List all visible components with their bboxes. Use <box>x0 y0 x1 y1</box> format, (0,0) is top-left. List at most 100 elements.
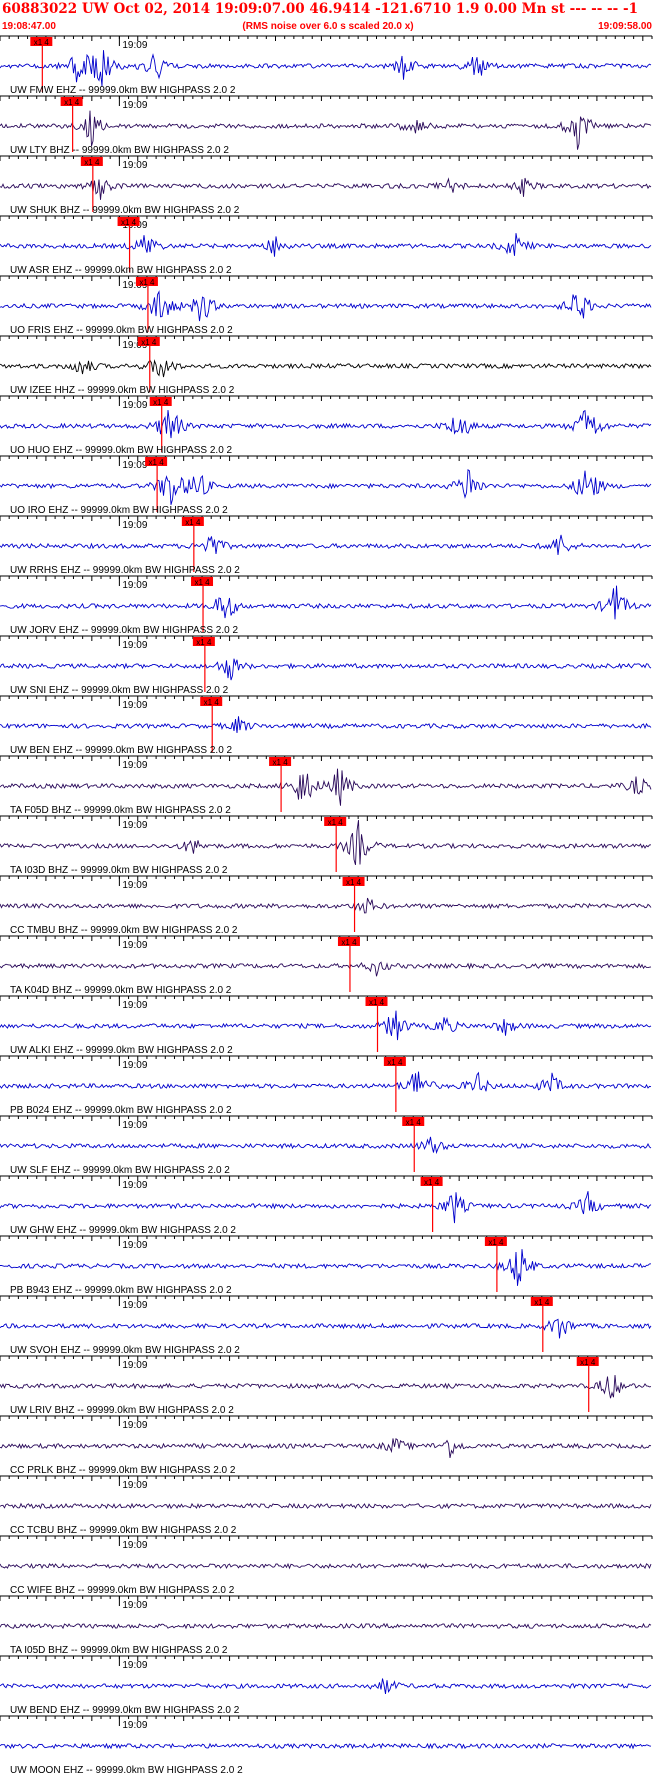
minute-tick-label: 19:09 <box>122 1660 147 1671</box>
station-label: UW ALKI EHZ -- 99999.0km BW HIGHPASS 2.0… <box>10 1045 233 1056</box>
minute-tick-label: 19:09 <box>122 760 147 771</box>
minute-tick-label: 19:09 <box>122 1600 147 1611</box>
pick-label: x1 4 <box>196 638 212 647</box>
station-label: TA I03D BHZ -- 99999.0km BW HIGHPASS 2.0… <box>10 865 228 876</box>
trace-panel: 19:09 x1 4 UW GHW EHZ -- 99999.0km BW HIGH… <box>0 1175 653 1236</box>
minute-tick-label: 19:09 <box>122 640 147 651</box>
pick-label: x1 4 <box>149 458 165 467</box>
minute-tick-label: 19:09 <box>122 1240 147 1251</box>
pick-label: x1 4 <box>64 98 80 107</box>
waveform-trace <box>0 1562 652 1570</box>
pick-label: x1 4 <box>580 1358 596 1367</box>
end-time: 19:09:58.00 <box>598 21 652 32</box>
trace-panel: 19:09 TA I05D BHZ -- 99999.0km BW HIGHPAS… <box>0 1595 653 1656</box>
waveform-trace <box>0 658 652 681</box>
station-label: TA K04D BHZ -- 99999.0km BW HIGHPASS 2.0… <box>10 985 232 996</box>
minute-tick-label: 19:09 <box>122 460 147 471</box>
pick-label: x1 4 <box>121 218 137 227</box>
trace-panel: 19:09 x1 4 UW LTY BHZ -- 99999.0km BW HIGH… <box>0 95 653 156</box>
station-label: PB B943 EHZ -- 99999.0km BW HIGHPASS 2.0… <box>10 1285 232 1296</box>
pick-label: x1 4 <box>141 338 157 347</box>
trace-panel: 19:09 CC WIFE BHZ -- 99999.0km BW HIGHPAS… <box>0 1535 653 1596</box>
waveform-trace <box>0 359 652 378</box>
station-label: CC PRLK BHZ -- 99999.0km BW HIGHPASS 2.0… <box>10 1465 236 1476</box>
waveform-trace <box>0 716 652 733</box>
waveform-trace <box>0 1071 652 1092</box>
station-label: PB B024 EHZ -- 99999.0km BW HIGHPASS 2.0… <box>10 1105 232 1116</box>
waveform-trace <box>0 585 652 620</box>
station-label: CC WIFE BHZ -- 99999.0km BW HIGHPASS 2.0… <box>10 1585 235 1596</box>
waveform-trace <box>0 290 652 322</box>
trace-panel: 19:09x1 4UO FRIS EHZ -- 99999.0km BW HIG… <box>0 275 653 336</box>
pick-label: x1 4 <box>153 398 169 407</box>
pick-label: x1 4 <box>34 38 50 47</box>
trace-panel: 19:09 x1 4 UW FMW EHZ -- 99999.0km BW HIGH… <box>0 35 653 96</box>
waveform-trace <box>0 468 652 505</box>
waveform-trace <box>0 1622 652 1630</box>
waveform-trace <box>0 50 652 87</box>
trace-panel: 19:09 CC PRLK BHZ -- 99999.0km BW HIGHPAS… <box>0 1415 653 1476</box>
minute-tick-label: 19:09 <box>122 1000 147 1011</box>
station-label: UW BEN EHZ -- 99999.0km BW HIGHPASS 2.0 … <box>10 745 233 756</box>
pick-label: x1 4 <box>204 698 220 707</box>
minute-tick-label: 19:09 <box>122 400 147 411</box>
trace-panel: 19:09 x1 4 UW SHUK BHZ -- 99999.0km BW HIG… <box>0 155 653 216</box>
pick-label: x1 4 <box>139 278 155 287</box>
pick-label: x1 4 <box>273 758 289 767</box>
station-label: UW RRHS EHZ -- 99999.0km BW HIGHPASS 2.0… <box>10 565 240 576</box>
trace-panel: 19:09x1 4UW IZEE HHZ -- 99999.0km BW HIG… <box>0 335 653 396</box>
trace-panel: 19:09 x1 4 UW ALKI EHZ -- 99999.0km BW HIG… <box>0 995 653 1056</box>
pick-label: x1 4 <box>424 1178 440 1187</box>
event-title: 60883022 UW Oct 02, 2014 19:09:07.00 46.… <box>2 1 638 17</box>
waveform-trace <box>0 1249 652 1286</box>
station-label: CC TCBU BHZ -- 99999.0km BW HIGHPASS 2.0… <box>10 1525 237 1536</box>
minute-tick-label: 19:09 <box>122 700 147 711</box>
minute-tick-label: 19:09 <box>122 1360 147 1371</box>
station-label: UW SLF EHZ -- 99999.0km BW HIGHPASS 2.0 … <box>10 1165 230 1176</box>
waveform-trace <box>0 1375 652 1399</box>
pick-label: x1 4 <box>488 1238 504 1247</box>
trace-panel: 19:09x1 4UW ASR EHZ -- 99999.0km BW HIGH… <box>0 215 653 276</box>
station-label: UW FMW EHZ -- 99999.0km BW HIGHPASS 2.0 … <box>10 85 236 96</box>
station-label: UW JORV EHZ -- 99999.0km BW HIGHPASS 2.0… <box>10 625 238 636</box>
trace-panel: 19:09 x1 4 UW JORV EHZ -- 99999.0km BW HIG… <box>0 575 653 636</box>
rms-subtitle: (RMS noise over 6.0 s scaled 20.0 x) <box>242 21 413 32</box>
minute-tick-label: 19:09 <box>122 1180 147 1191</box>
minute-tick-label: 19:09 <box>122 160 147 171</box>
station-label: UW BEND EHZ -- 99999.0km BW HIGHPASS 2.0… <box>10 1705 240 1716</box>
minute-tick-label: 19:09 <box>122 1540 147 1551</box>
minute-tick-label: 19:09 <box>122 820 147 831</box>
trace-panel: 19:09 x1 4 CC TMBU BHZ -- 99999.0km BW HIG… <box>0 875 653 936</box>
waveform-trace <box>0 1438 652 1458</box>
minute-tick-label: 19:09 <box>122 1420 147 1431</box>
pick-label: x1 4 <box>534 1298 550 1307</box>
station-label: TA I05D BHZ -- 99999.0km BW HIGHPASS 2.0… <box>10 1645 228 1656</box>
pick-label: x1 4 <box>369 998 385 1007</box>
station-label: UW IZEE HHZ -- 99999.0km BW HIGHPASS 2.0… <box>10 385 235 396</box>
waveform-trace <box>0 1318 652 1339</box>
trace-panels: 19:09x1 4UW FMW EHZ -- 99999.0km BW HIGH… <box>0 35 653 1776</box>
station-label: UW SHUK BHZ -- 99999.0km BW HIGHPASS 2.0… <box>10 205 240 216</box>
pick-label: x1 4 <box>328 818 344 827</box>
trace-panel: 19:09 UW BEND EHZ -- 99999.0km BW HIGHPAS… <box>0 1655 653 1716</box>
waveform-trace <box>0 110 652 150</box>
minute-tick-label: 19:09 <box>122 880 147 891</box>
waveform-trace <box>0 177 652 200</box>
waveform-trace <box>0 768 652 806</box>
trace-panel: 19:09 x1 4 TA I03D BHZ -- 99999.0km BW HIG… <box>0 815 653 876</box>
pick-label: x1 4 <box>84 158 100 167</box>
waveform-trace <box>0 1010 652 1041</box>
minute-tick-label: 19:09 <box>122 1300 147 1311</box>
trace-panel: 19:09 x1 4 UW SVOH EHZ -- 99999.0km BW HIG… <box>0 1295 653 1356</box>
station-label: UW LRIV BHZ -- 99999.0km BW HIGHPASS 2.0… <box>10 1405 234 1416</box>
station-label: UW SNI EHZ -- 99999.0km BW HIGHPASS 2.0 … <box>10 685 229 696</box>
pick-label: x1 4 <box>194 578 210 587</box>
seismogram-plot: 60883022 UW Oct 02, 2014 19:09:07.00 46.… <box>0 1 653 1776</box>
trace-panel: 19:09 x1 4 UW RRHS EHZ -- 99999.0km BW HIG… <box>0 515 653 576</box>
station-label: CC TMBU BHZ -- 99999.0km BW HIGHPASS 2.0… <box>10 925 238 936</box>
waveform-trace <box>0 820 652 866</box>
waveform-trace <box>0 897 652 914</box>
station-label: UW GHW EHZ -- 99999.0km BW HIGHPASS 2.0 … <box>10 1225 236 1236</box>
waveform-trace <box>0 1502 652 1510</box>
trace-panel: 19:09 x1 4 PB B943 EHZ -- 99999.0km BW HIG… <box>0 1235 653 1296</box>
